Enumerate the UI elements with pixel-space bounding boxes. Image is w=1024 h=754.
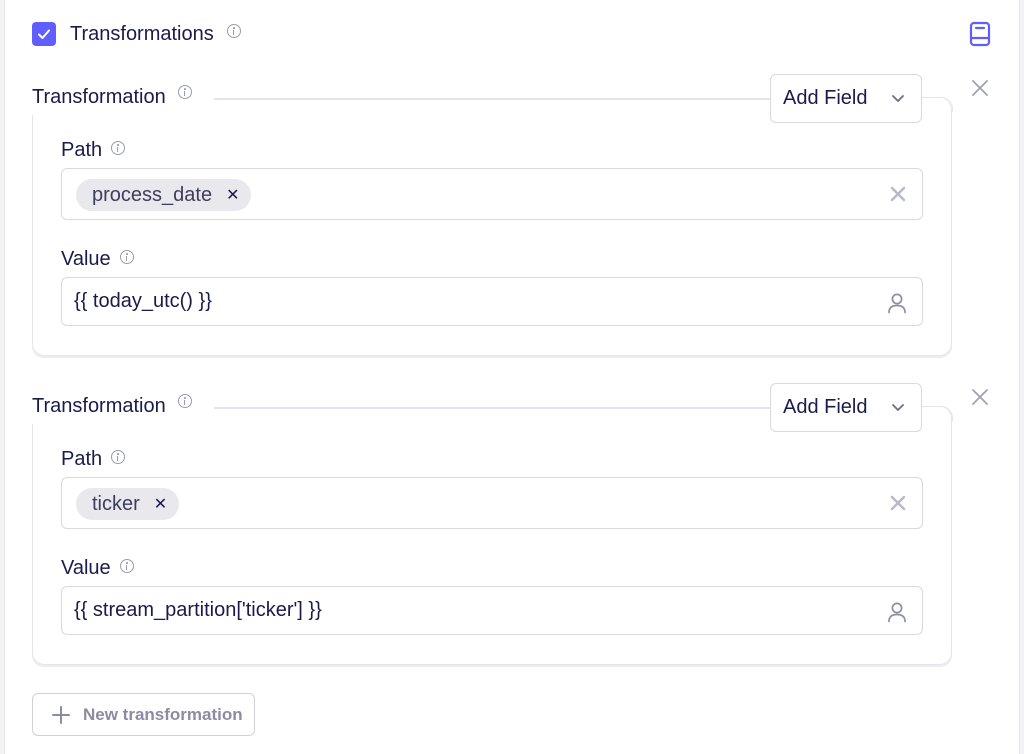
value-input[interactable]: {{ stream_partition['ticker'] }} [61,586,923,635]
plus-icon [52,705,70,724]
section-title: Transformations [70,23,214,45]
user-icon[interactable] [887,601,907,623]
info-icon[interactable] [120,250,134,264]
remove-chip-icon[interactable]: ✕ [154,494,167,514]
transformation-block-1: Transformation Add Field Path process_da… [0,74,1024,374]
add-field-dropdown[interactable]: Add Field [770,383,922,432]
new-transformation-label: New transformation [83,704,243,724]
remove-transformation-close-icon[interactable] [970,78,990,98]
check-icon [38,29,50,39]
value-input[interactable]: {{ today_utc() }} [61,277,923,326]
remove-transformation-close-icon[interactable] [970,387,990,407]
info-icon[interactable] [227,24,241,38]
transformations-checkbox[interactable] [32,22,56,46]
info-icon[interactable] [178,394,192,408]
book-icon[interactable] [968,21,992,47]
clear-icon[interactable] [890,495,906,511]
add-field-label: Add Field [783,87,868,109]
path-chip-label: ticker [92,492,140,515]
path-label: Path [61,448,103,470]
chevron-down-icon [892,95,904,102]
value-text: {{ today_utc() }} [74,290,212,312]
chevron-down-icon [892,404,904,411]
path-input[interactable]: process_date ✕ [61,168,923,220]
value-label: Value [61,248,111,270]
path-label: Path [61,139,103,161]
path-input[interactable]: ticker ✕ [61,477,923,529]
add-field-dropdown[interactable]: Add Field [770,74,922,123]
path-chip: process_date ✕ [76,179,252,211]
clear-icon[interactable] [890,186,906,202]
info-icon[interactable] [178,85,192,99]
remove-chip-icon[interactable]: ✕ [226,185,239,205]
info-icon[interactable] [111,450,125,464]
path-chip-label: process_date [92,183,213,206]
new-transformation-button[interactable]: New transformation [32,693,255,736]
transformation-block-2: Transformation Add Field Path ticker ✕ V… [0,383,1024,683]
user-icon[interactable] [887,292,907,314]
value-text: {{ stream_partition['ticker'] }} [74,599,322,621]
value-label: Value [61,557,111,579]
add-field-label: Add Field [783,396,868,418]
info-icon[interactable] [111,141,125,155]
path-chip: ticker ✕ [76,488,180,520]
info-icon[interactable] [120,559,134,573]
